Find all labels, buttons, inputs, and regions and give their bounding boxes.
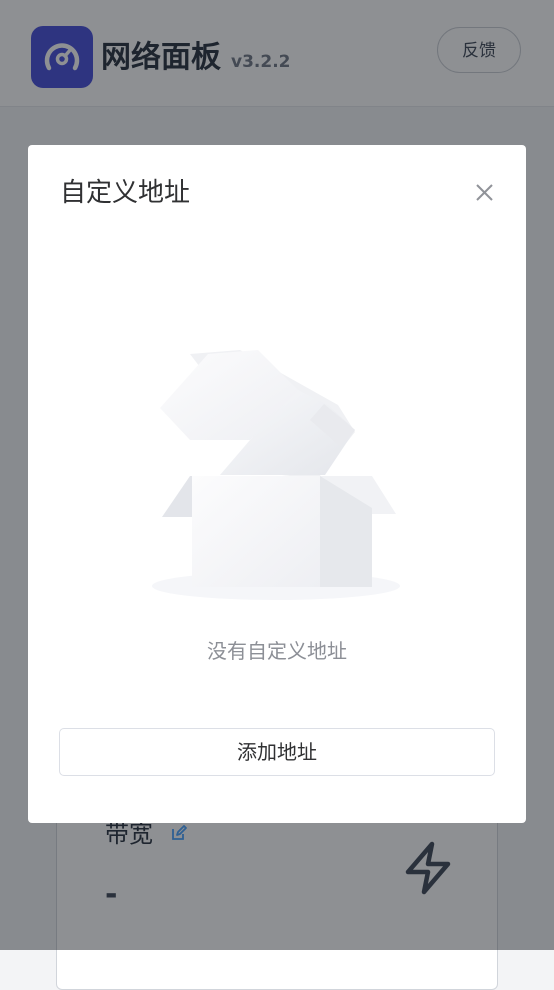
- dialog-title: 自定义地址: [60, 178, 191, 208]
- custom-address-dialog: 自定义地址 没有自定义地址 添加地址: [28, 145, 526, 823]
- empty-box-illustration: [152, 350, 400, 600]
- close-icon[interactable]: [470, 178, 500, 208]
- add-address-button[interactable]: 添加地址: [59, 728, 495, 776]
- empty-state-text: 没有自定义地址: [207, 639, 347, 663]
- app: 网络面板 v3.2.2 反馈 带宽 - 自定义地址: [0, 0, 554, 990]
